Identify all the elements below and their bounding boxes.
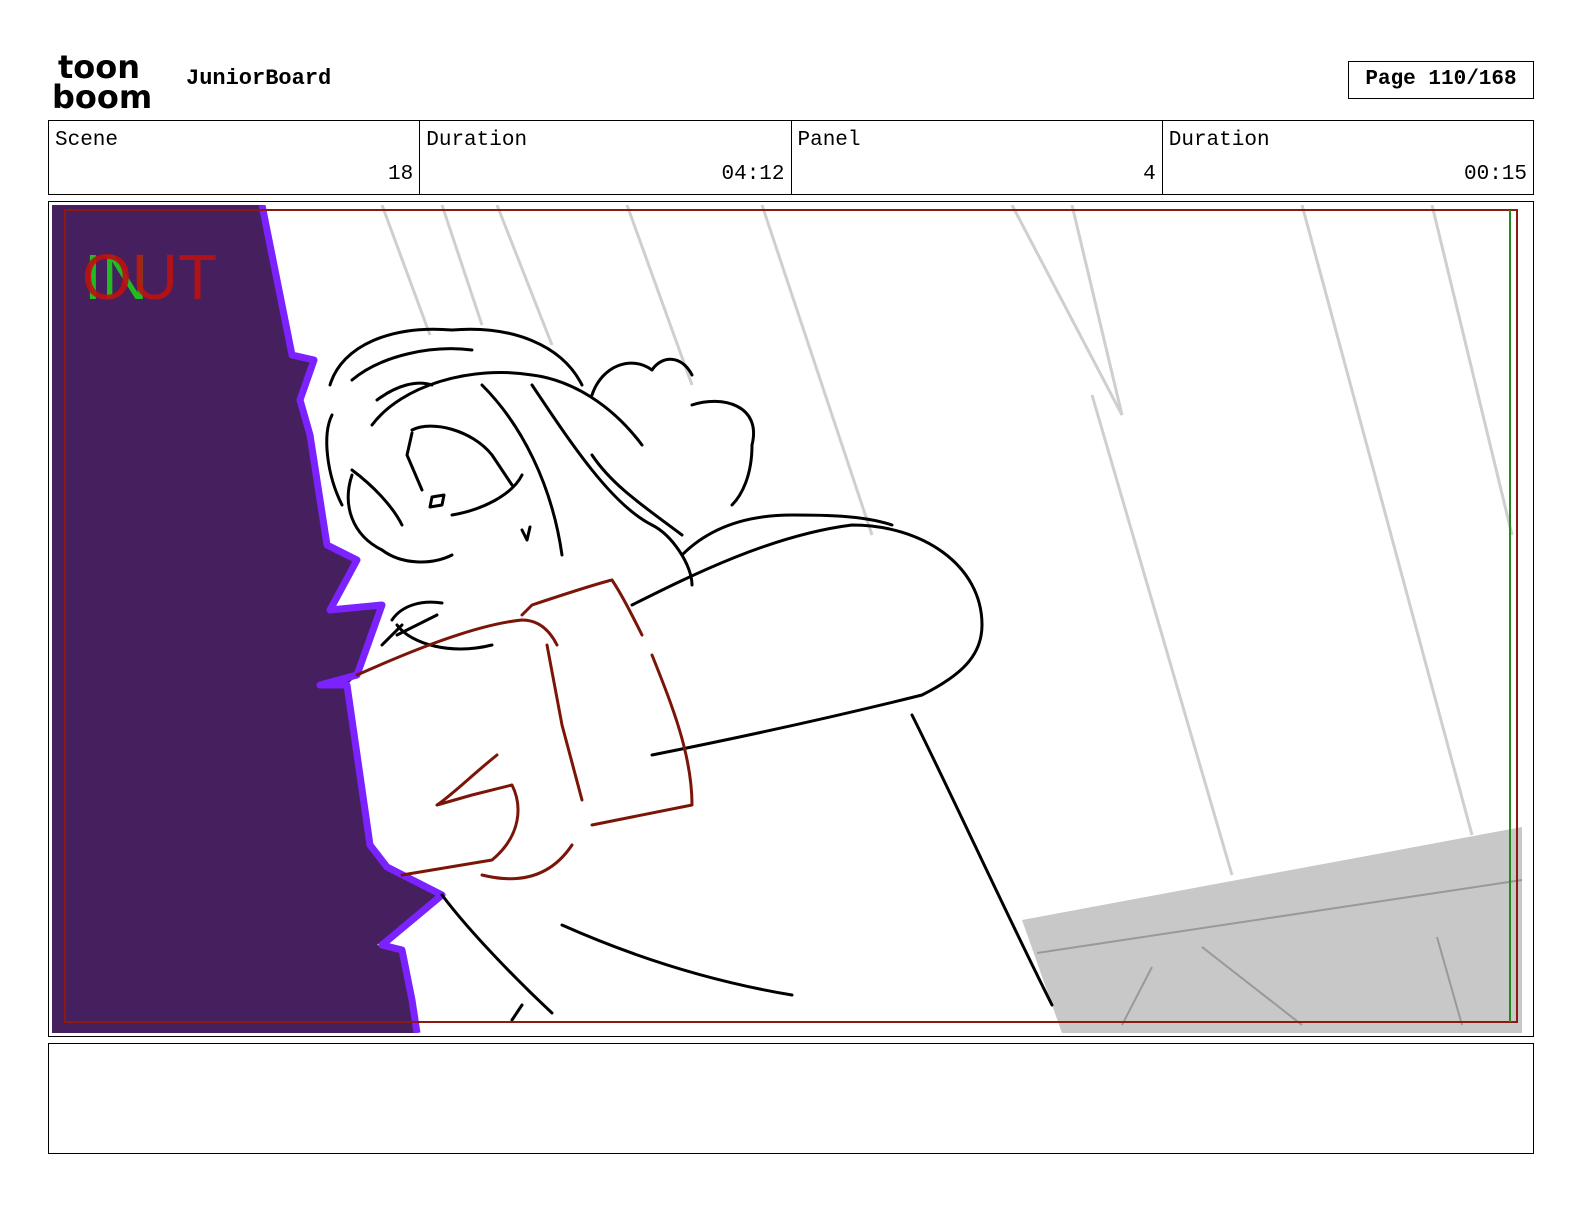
out-marker: OUT <box>82 241 217 313</box>
panel-label: Panel <box>797 129 861 152</box>
scene-label: Scene <box>55 129 119 152</box>
page-number: Page 110/168 <box>1348 61 1534 99</box>
panel-cell: Panel 4 <box>792 121 1163 194</box>
scene-duration-value: 04:12 <box>721 163 785 186</box>
panel-duration-cell: Duration 00:15 <box>1163 121 1533 194</box>
toonboom-logo: toon boom <box>52 50 152 112</box>
logo-text-bottom: boom <box>52 78 152 112</box>
scene-info-row: Scene 18 Duration 04:12 Panel 4 Duration… <box>48 120 1534 195</box>
panel-duration-label: Duration <box>1168 129 1270 152</box>
panel-duration-value: 00:15 <box>1463 163 1527 186</box>
panel-notes-box <box>48 1043 1534 1154</box>
scene-value: 18 <box>388 163 414 186</box>
scene-cell: Scene 18 <box>49 121 421 194</box>
panel-artwork: IN OUT <box>52 205 1530 1033</box>
storyboard-panel: IN OUT <box>48 201 1534 1037</box>
safe-frame-green <box>1509 210 1511 1022</box>
scene-duration-cell: Duration 04:12 <box>420 121 792 194</box>
scene-duration-label: Duration <box>426 129 528 152</box>
app-title: JuniorBoard <box>186 66 332 91</box>
panel-value: 4 <box>1143 163 1156 186</box>
